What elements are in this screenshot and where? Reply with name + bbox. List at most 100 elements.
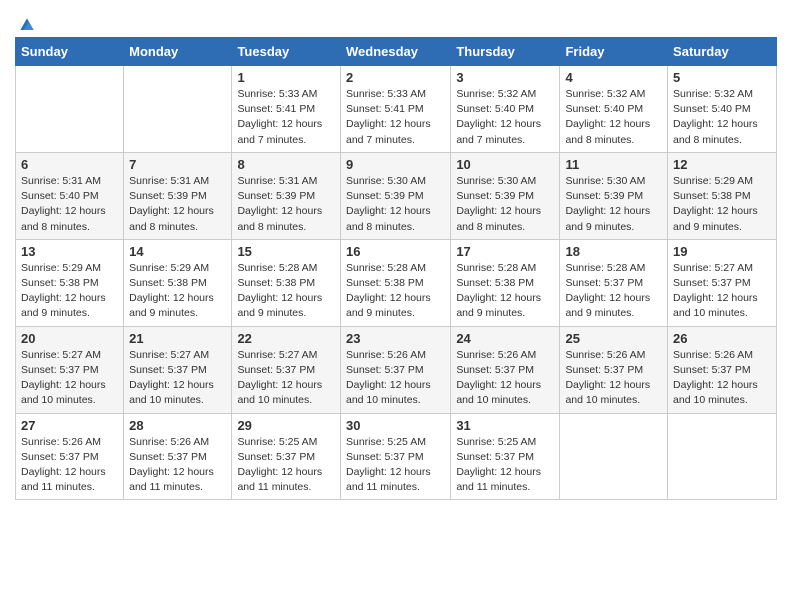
day-number: 22 bbox=[237, 331, 335, 346]
day-info: Sunrise: 5:27 AMSunset: 5:37 PMDaylight:… bbox=[673, 261, 771, 322]
weekday-header-saturday: Saturday bbox=[668, 38, 777, 66]
day-number: 10 bbox=[456, 157, 554, 172]
calendar-cell: 18 Sunrise: 5:28 AMSunset: 5:37 PMDayligh… bbox=[560, 239, 668, 326]
day-info: Sunrise: 5:33 AMSunset: 5:41 PMDaylight:… bbox=[237, 87, 335, 148]
logo-icon bbox=[17, 15, 37, 35]
day-number: 30 bbox=[346, 418, 445, 433]
day-info: Sunrise: 5:29 AMSunset: 5:38 PMDaylight:… bbox=[129, 261, 226, 322]
day-number: 7 bbox=[129, 157, 226, 172]
calendar-header-row: SundayMondayTuesdayWednesdayThursdayFrid… bbox=[16, 38, 777, 66]
calendar-cell: 24 Sunrise: 5:26 AMSunset: 5:37 PMDayligh… bbox=[451, 326, 560, 413]
day-info: Sunrise: 5:29 AMSunset: 5:38 PMDaylight:… bbox=[21, 261, 118, 322]
day-number: 13 bbox=[21, 244, 118, 259]
day-number: 20 bbox=[21, 331, 118, 346]
day-number: 28 bbox=[129, 418, 226, 433]
calendar-cell: 31 Sunrise: 5:25 AMSunset: 5:37 PMDayligh… bbox=[451, 413, 560, 500]
calendar-cell: 20Sunrise: 5:27 AMSunset: 5:37 PMDayligh… bbox=[16, 326, 124, 413]
calendar-cell: 22 Sunrise: 5:27 AMSunset: 5:37 PMDayligh… bbox=[232, 326, 341, 413]
day-info: Sunrise: 5:26 AMSunset: 5:37 PMDaylight:… bbox=[673, 348, 771, 409]
day-info: Sunrise: 5:27 AMSunset: 5:37 PMDaylight:… bbox=[129, 348, 226, 409]
day-number: 14 bbox=[129, 244, 226, 259]
weekday-header-friday: Friday bbox=[560, 38, 668, 66]
calendar-cell: 11Sunrise: 5:30 AMSunset: 5:39 PMDayligh… bbox=[560, 152, 668, 239]
calendar-cell: 23 Sunrise: 5:26 AMSunset: 5:37 PMDayligh… bbox=[340, 326, 450, 413]
day-info: Sunrise: 5:31 AMSunset: 5:39 PMDaylight:… bbox=[237, 174, 335, 235]
day-number: 29 bbox=[237, 418, 335, 433]
day-number: 2 bbox=[346, 70, 445, 85]
calendar-cell: 10 Sunrise: 5:30 AMSunset: 5:39 PMDayligh… bbox=[451, 152, 560, 239]
day-info: Sunrise: 5:26 AMSunset: 5:37 PMDaylight:… bbox=[129, 435, 226, 496]
calendar-cell: 16 Sunrise: 5:28 AMSunset: 5:38 PMDayligh… bbox=[340, 239, 450, 326]
calendar-cell: 30Sunrise: 5:25 AMSunset: 5:37 PMDayligh… bbox=[340, 413, 450, 500]
calendar-cell: 29 Sunrise: 5:25 AMSunset: 5:37 PMDayligh… bbox=[232, 413, 341, 500]
calendar-week-5: 27 Sunrise: 5:26 AMSunset: 5:37 PMDayligh… bbox=[16, 413, 777, 500]
day-info: Sunrise: 5:27 AMSunset: 5:37 PMDaylight:… bbox=[237, 348, 335, 409]
day-number: 15 bbox=[237, 244, 335, 259]
calendar-cell: 2 Sunrise: 5:33 AMSunset: 5:41 PMDaylight… bbox=[340, 66, 450, 153]
calendar-cell: 21 Sunrise: 5:27 AMSunset: 5:37 PMDayligh… bbox=[124, 326, 232, 413]
calendar-week-2: 6Sunrise: 5:31 AMSunset: 5:40 PMDaylight… bbox=[16, 152, 777, 239]
calendar-cell: 28 Sunrise: 5:26 AMSunset: 5:37 PMDayligh… bbox=[124, 413, 232, 500]
calendar-cell: 1 Sunrise: 5:33 AMSunset: 5:41 PMDaylight… bbox=[232, 66, 341, 153]
day-info: Sunrise: 5:25 AMSunset: 5:37 PMDaylight:… bbox=[237, 435, 335, 496]
calendar-cell bbox=[560, 413, 668, 500]
day-info: Sunrise: 5:28 AMSunset: 5:38 PMDaylight:… bbox=[456, 261, 554, 322]
day-info: Sunrise: 5:26 AMSunset: 5:37 PMDaylight:… bbox=[346, 348, 445, 409]
calendar-cell: 9Sunrise: 5:30 AMSunset: 5:39 PMDaylight… bbox=[340, 152, 450, 239]
logo bbox=[15, 10, 37, 29]
calendar-cell bbox=[668, 413, 777, 500]
calendar-cell: 25 Sunrise: 5:26 AMSunset: 5:37 PMDayligh… bbox=[560, 326, 668, 413]
day-number: 25 bbox=[565, 331, 662, 346]
day-info: Sunrise: 5:28 AMSunset: 5:38 PMDaylight:… bbox=[346, 261, 445, 322]
calendar-cell: 7 Sunrise: 5:31 AMSunset: 5:39 PMDaylight… bbox=[124, 152, 232, 239]
day-number: 21 bbox=[129, 331, 226, 346]
day-number: 26 bbox=[673, 331, 771, 346]
day-info: Sunrise: 5:26 AMSunset: 5:37 PMDaylight:… bbox=[456, 348, 554, 409]
day-number: 31 bbox=[456, 418, 554, 433]
day-number: 24 bbox=[456, 331, 554, 346]
calendar-cell: 6Sunrise: 5:31 AMSunset: 5:40 PMDaylight… bbox=[16, 152, 124, 239]
day-info: Sunrise: 5:32 AMSunset: 5:40 PMDaylight:… bbox=[565, 87, 662, 148]
day-info: Sunrise: 5:26 AMSunset: 5:37 PMDaylight:… bbox=[565, 348, 662, 409]
day-info: Sunrise: 5:25 AMSunset: 5:37 PMDaylight:… bbox=[456, 435, 554, 496]
day-info: Sunrise: 5:30 AMSunset: 5:39 PMDaylight:… bbox=[456, 174, 554, 235]
day-info: Sunrise: 5:31 AMSunset: 5:40 PMDaylight:… bbox=[21, 174, 118, 235]
weekday-header-tuesday: Tuesday bbox=[232, 38, 341, 66]
day-number: 4 bbox=[565, 70, 662, 85]
calendar-week-3: 13 Sunrise: 5:29 AMSunset: 5:38 PMDayligh… bbox=[16, 239, 777, 326]
calendar-week-1: 1 Sunrise: 5:33 AMSunset: 5:41 PMDaylight… bbox=[16, 66, 777, 153]
day-number: 1 bbox=[237, 70, 335, 85]
calendar-week-4: 20 Sunrise: 5:27 AMSunset: 5:37 PMDayligh… bbox=[16, 326, 777, 413]
day-number: 27 bbox=[21, 418, 118, 433]
day-number: 9 bbox=[346, 157, 445, 172]
day-info: Sunrise: 5:29 AMSunset: 5:38 PMDaylight:… bbox=[673, 174, 771, 235]
calendar-cell: 13 Sunrise: 5:29 AMSunset: 5:38 PMDayligh… bbox=[16, 239, 124, 326]
weekday-header-thursday: Thursday bbox=[451, 38, 560, 66]
weekday-header-sunday: Sunday bbox=[16, 38, 124, 66]
day-number: 12 bbox=[673, 157, 771, 172]
calendar-cell bbox=[16, 66, 124, 153]
day-number: 16 bbox=[346, 244, 445, 259]
day-info: Sunrise: 5:28 AMSunset: 5:37 PMDaylight:… bbox=[565, 261, 662, 322]
day-info: Sunrise: 5:31 AMSunset: 5:39 PMDaylight:… bbox=[129, 174, 226, 235]
calendar-cell bbox=[124, 66, 232, 153]
calendar-cell: 27Sunrise: 5:26 AMSunset: 5:37 PMDayligh… bbox=[16, 413, 124, 500]
calendar-cell: 17 Sunrise: 5:28 AMSunset: 5:38 PMDayligh… bbox=[451, 239, 560, 326]
calendar-cell: 12 Sunrise: 5:29 AMSunset: 5:38 PMDayligh… bbox=[668, 152, 777, 239]
calendar-cell: 15 Sunrise: 5:28 AMSunset: 5:38 PMDayligh… bbox=[232, 239, 341, 326]
calendar-cell: 5Sunrise: 5:32 AMSunset: 5:40 PMDaylight… bbox=[668, 66, 777, 153]
day-number: 18 bbox=[565, 244, 662, 259]
day-number: 17 bbox=[456, 244, 554, 259]
calendar-table: SundayMondayTuesdayWednesdayThursdayFrid… bbox=[15, 37, 777, 500]
calendar-cell: 19 Sunrise: 5:27 AMSunset: 5:37 PMDayligh… bbox=[668, 239, 777, 326]
calendar-cell: 3Sunrise: 5:32 AMSunset: 5:40 PMDaylight… bbox=[451, 66, 560, 153]
day-info: Sunrise: 5:28 AMSunset: 5:38 PMDaylight:… bbox=[237, 261, 335, 322]
day-number: 11 bbox=[565, 157, 662, 172]
day-number: 23 bbox=[346, 331, 445, 346]
day-number: 8 bbox=[237, 157, 335, 172]
page: SundayMondayTuesdayWednesdayThursdayFrid… bbox=[0, 0, 792, 515]
calendar-cell: 4 Sunrise: 5:32 AMSunset: 5:40 PMDaylight… bbox=[560, 66, 668, 153]
day-number: 19 bbox=[673, 244, 771, 259]
calendar-cell: 26 Sunrise: 5:26 AMSunset: 5:37 PMDayligh… bbox=[668, 326, 777, 413]
day-info: Sunrise: 5:33 AMSunset: 5:41 PMDaylight:… bbox=[346, 87, 445, 148]
